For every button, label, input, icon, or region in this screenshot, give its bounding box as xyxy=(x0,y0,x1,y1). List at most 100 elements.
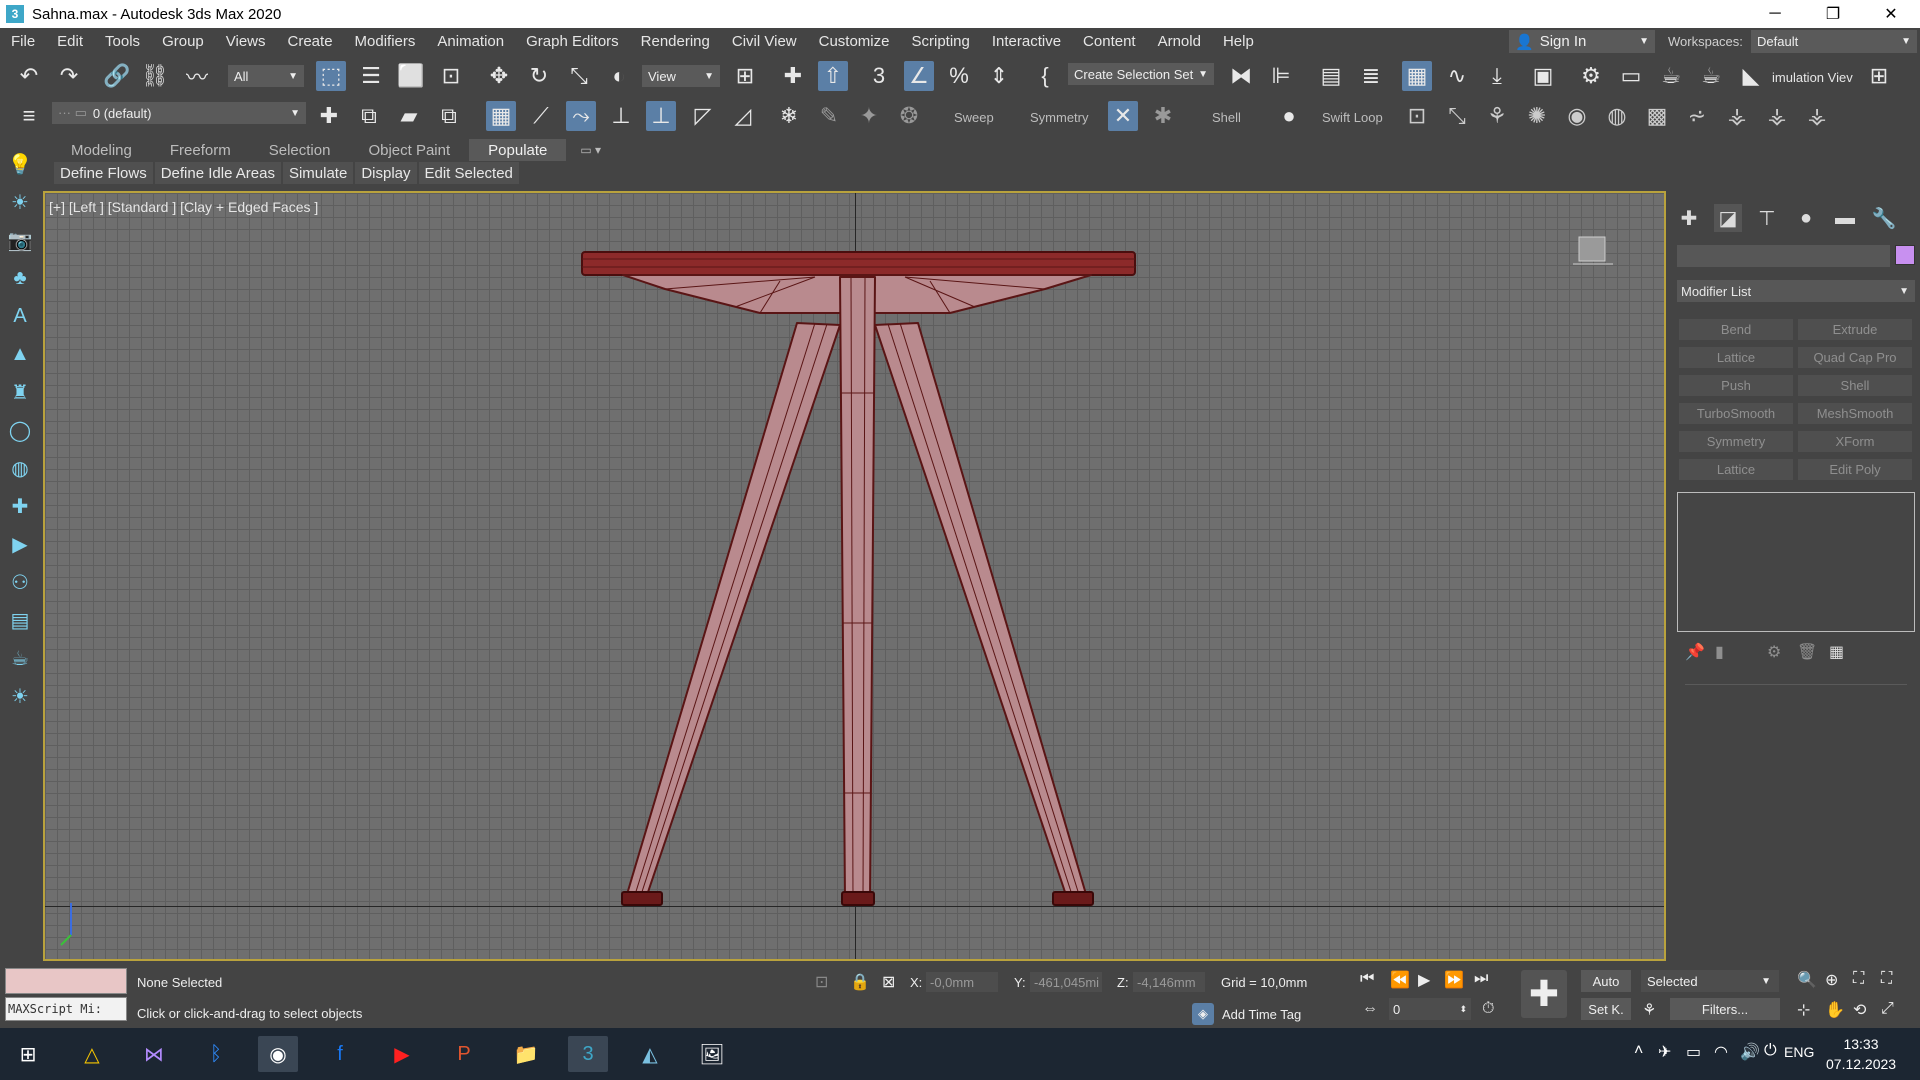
menu-scripting[interactable]: Scripting xyxy=(900,33,980,50)
menu-file[interactable]: File xyxy=(0,33,46,50)
layer-select[interactable]: ··· ▭ 0 (default) ▼ xyxy=(52,102,306,124)
power-icon[interactable]: ⏻ xyxy=(1764,1042,1777,1060)
close-button[interactable]: ✕ xyxy=(1862,0,1920,28)
globe-icon[interactable]: ◍ xyxy=(6,454,34,482)
angle-snap-icon[interactable]: ∠ xyxy=(904,61,934,91)
menu-modifiers[interactable]: Modifiers xyxy=(344,33,427,50)
add-time-tag-button[interactable]: ◈ Add Time Tag xyxy=(1192,1003,1301,1025)
undo-icon[interactable]: ↶ xyxy=(14,61,44,91)
go-to-start-icon[interactable]: ⏮ xyxy=(1360,970,1374,988)
tree-icon[interactable]: ⚶ xyxy=(1722,101,1752,131)
viewport-layout-icon[interactable]: ⊞ xyxy=(1864,61,1894,91)
input-language[interactable]: ENG xyxy=(1784,1044,1814,1060)
display-tab-icon[interactable]: ▬ xyxy=(1831,204,1859,232)
key-filters-button[interactable]: Filters... xyxy=(1670,998,1780,1020)
pivot-center-icon[interactable]: ⊞ xyxy=(730,61,760,91)
x-coord-field[interactable]: -0,0mm xyxy=(926,972,998,992)
modifier-quad-cap-pro-button[interactable]: Quad Cap Pro xyxy=(1798,347,1912,368)
particle-icon[interactable]: ⚶ xyxy=(1802,101,1832,131)
add-to-layer-icon[interactable]: ⧉ xyxy=(354,101,384,131)
motion-tab-icon[interactable]: ● xyxy=(1792,204,1820,232)
menu-customize[interactable]: Customize xyxy=(808,33,901,50)
modifier-stack[interactable] xyxy=(1677,492,1915,632)
render-in-cloud-icon[interactable]: ◣ xyxy=(1736,61,1766,91)
modifier-xform-button[interactable]: XForm xyxy=(1798,431,1912,452)
place-icon[interactable]: ◐ xyxy=(604,61,634,91)
clock[interactable]: 13:33 07.12.2023 xyxy=(1826,1034,1896,1074)
camera-icon[interactable]: 📷 xyxy=(6,226,34,254)
redo-icon[interactable]: ↷ xyxy=(54,61,84,91)
maxscript-output[interactable] xyxy=(5,968,127,994)
tree-icon[interactable]: ♣ xyxy=(6,264,34,292)
selection-lock-icon[interactable]: 🔒 xyxy=(850,972,870,992)
cap-icon[interactable]: ⊡ xyxy=(1402,101,1432,131)
photos-icon[interactable]: 🖼 xyxy=(692,1036,732,1072)
sphere-shaded-icon[interactable]: ◉ xyxy=(1562,101,1592,131)
simulate-button[interactable]: Simulate xyxy=(282,162,354,184)
powerpoint-icon[interactable]: P xyxy=(444,1036,484,1072)
menu-edit[interactable]: Edit xyxy=(46,33,94,50)
define-flows-button[interactable]: Define Flows xyxy=(54,162,153,184)
bottle-icon[interactable]: ♜ xyxy=(6,378,34,406)
pivot-icon[interactable]: ✚ xyxy=(6,492,34,520)
wifi-icon[interactable]: ◠ xyxy=(1714,1042,1728,1062)
sphere-icon[interactable]: ● xyxy=(1274,101,1304,131)
swift-loop-label[interactable]: Swift Loop xyxy=(1322,110,1383,125)
volume-icon[interactable]: 🔊 xyxy=(1740,1042,1760,1062)
time-configuration-icon[interactable]: ⏱ xyxy=(1482,1000,1494,1018)
chrome-icon[interactable]: ◉ xyxy=(258,1036,298,1072)
key-mode-icon[interactable]: ⇔ xyxy=(1362,1000,1378,1018)
telegram-tray-icon[interactable]: ✈ xyxy=(1658,1042,1671,1062)
tab-populate[interactable]: Populate xyxy=(469,139,567,161)
select-manipulate-icon[interactable]: ✚ xyxy=(778,61,808,91)
next-frame-icon[interactable]: ⏩ xyxy=(1444,970,1464,990)
make-unique-icon[interactable]: ⚙ xyxy=(1767,642,1781,662)
edit-selected-button[interactable]: Edit Selected xyxy=(418,162,519,184)
hierarchy-tab-icon[interactable]: ⊤ xyxy=(1753,204,1781,232)
maximize-viewport-icon[interactable]: ⤢ xyxy=(1881,1000,1894,1018)
link-icon[interactable]: 🔗 xyxy=(102,61,132,91)
view-cube[interactable] xyxy=(1571,233,1613,265)
menu-civil-view[interactable]: Civil View xyxy=(721,33,808,50)
shader-icon[interactable]: ◍ xyxy=(1602,101,1632,131)
autodesk-icon[interactable]: △ xyxy=(72,1036,112,1072)
stool-model[interactable] xyxy=(45,193,1666,961)
text-icon[interactable]: A xyxy=(6,302,34,330)
ribbon-options-icon[interactable]: ▭ ▾ xyxy=(566,139,615,161)
object-name-field[interactable] xyxy=(1677,245,1890,267)
modifier-extrude-button[interactable]: Extrude xyxy=(1798,319,1912,340)
spinner-snap-icon[interactable]: ⇕ xyxy=(984,61,1014,91)
schematic-view-icon[interactable]: ⤓ xyxy=(1482,61,1512,91)
rectangular-selection-icon[interactable]: ⬜ xyxy=(396,61,426,91)
go-to-end-icon[interactable]: ⏭ xyxy=(1474,970,1488,988)
file-explorer-icon[interactable]: 📁 xyxy=(506,1036,546,1072)
menu-views[interactable]: Views xyxy=(215,33,277,50)
modifier-lattice-2-button[interactable]: Lattice xyxy=(1679,459,1793,480)
toggle-ribbon-icon[interactable]: ▦ xyxy=(1402,61,1432,91)
modifier-turbosmooth-button[interactable]: TurboSmooth xyxy=(1679,403,1793,424)
smooth-icon[interactable]: ❂ xyxy=(894,101,924,131)
menu-content[interactable]: Content xyxy=(1072,33,1147,50)
stack-icon[interactable]: ⩫ xyxy=(1682,101,1712,131)
tray-chevron-icon[interactable]: ˄ xyxy=(1634,1042,1643,1060)
show-end-result-icon[interactable]: ▮ xyxy=(1715,642,1724,662)
edge-tool-icon[interactable]: ⊥ xyxy=(606,101,636,131)
3dsmax-taskbar-icon[interactable]: 3 xyxy=(568,1036,608,1072)
rendered-frame-window-icon[interactable]: ▭ xyxy=(1616,61,1646,91)
selection-filter-select[interactable]: All ▼ xyxy=(228,65,304,87)
viewport-left[interactable]: [+] [Left ] [Standard ] [Clay + Edged Fa… xyxy=(43,191,1666,961)
light-icon[interactable]: 💡 xyxy=(6,150,34,178)
freeze-icon[interactable]: ❄ xyxy=(774,101,804,131)
edit-named-selection-icon[interactable]: { xyxy=(1030,61,1060,91)
create-tab-icon[interactable]: ✚ xyxy=(1675,204,1703,232)
rotate-icon[interactable]: ↻ xyxy=(524,61,554,91)
cut-icon[interactable]: ◿ xyxy=(728,101,758,131)
line-icon[interactable]: ⟋ xyxy=(526,101,556,131)
bulb-icon[interactable]: ☀ xyxy=(6,682,34,710)
modifier-lattice-button[interactable]: Lattice xyxy=(1679,347,1793,368)
remove-modifier-icon[interactable]: 🗑 xyxy=(1797,642,1817,662)
tab-object-paint[interactable]: Object Paint xyxy=(349,139,469,161)
create-new-layer-icon[interactable]: ✚ xyxy=(314,101,344,131)
sweep-label[interactable]: Sweep xyxy=(954,110,994,125)
relax-icon[interactable]: ✦ xyxy=(854,101,884,131)
